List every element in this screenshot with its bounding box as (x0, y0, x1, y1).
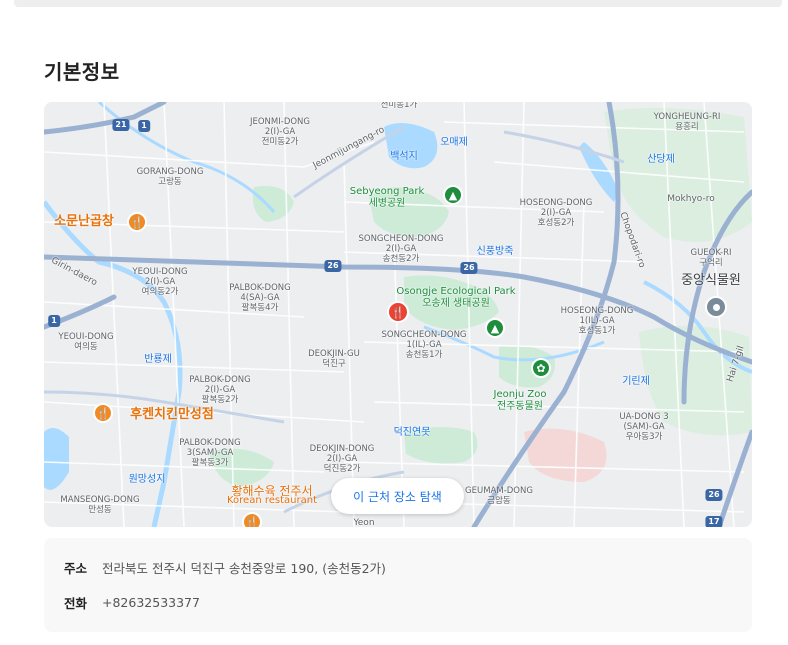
phone-row: 전화 +82632533377 (64, 593, 200, 612)
map-label-songcheon-1ga: SONGCHEON-DONG 1(IL)-GA 송천동1가 (381, 330, 467, 360)
map-label-somunnan-gopchang: 소문난곱창 (54, 214, 114, 229)
map-label-hoseong-1ga: HOSEONG-DONG 1(IL)-GA 호성동1가 (560, 306, 634, 336)
map-label-manseong: MANSEONG-DONG 만성동 (60, 495, 140, 515)
restaurant-marker-icon[interactable]: 🍴 (127, 212, 147, 232)
route-shield-17: 17 (705, 516, 723, 527)
zoo-marker-icon[interactable]: ✿ (531, 358, 551, 378)
phone-label: 전화 (64, 596, 88, 611)
map-label-banyongje: 반룡제 (144, 354, 172, 365)
map-label-mokhyo-ro: Mokhyo-ro (667, 194, 715, 204)
arboretum-marker-icon[interactable] (705, 296, 727, 318)
map-label-hukenchicken: 후켄치킨만성점 (130, 407, 214, 422)
map-view[interactable]: 전미동1가 JEONMI-DONG 2(I)-GA 전미동2가 오매제 백석지 Je… (44, 102, 752, 527)
map-label-sebyeong-park: Sebyeong Park 세병공원 (349, 186, 425, 209)
map-label-sinpung-pond: 신풍방죽 (476, 246, 514, 257)
restaurant-marker-icon[interactable]: 🍴 (242, 512, 262, 527)
restaurant-marker-icon[interactable]: 🍴 (93, 403, 113, 423)
map-label-jeonmi: JEONMI-DONG 2(I)-GA 전미동2가 (249, 117, 311, 147)
info-panel: 주소 전라북도 전주시 덕진구 송천중앙로 190, (송천동2가) 전화 +8… (44, 538, 752, 632)
map-label-girinje: 기린제 (622, 376, 650, 387)
map-label-hwanghae-suyuk: 황해수육 전주서 Korean restaurant (226, 484, 318, 506)
map-label-ua-dong: UA-DONG 3 (SAM)-GA 우아동3가 (619, 412, 669, 442)
map-label-wonmangseongji: 원망성지 (128, 474, 166, 485)
map-label-yeon: Yeon (353, 518, 375, 527)
route-shield-21: 21 (112, 119, 130, 131)
map-label-deokjin-pond: 덕진연못 (393, 427, 431, 438)
map-label-palbok-2ga: PALBOK-DONG 2(I)-GA 팔복동2가 (189, 375, 251, 405)
map-label-hoseong-2ga: HOSEONG-DONG 2(I)-GA 호성동2가 (519, 198, 593, 228)
map-label-omaeje: 오매제 (440, 137, 468, 148)
map-label-deokjin-2ga: DEOKJIN-DONG 2(I)-GA 덕진동2가 (309, 444, 375, 474)
park-marker-icon[interactable]: ▲ (485, 318, 505, 338)
map-label-osongje-park: Osongje Ecological Park 오송제 생태공원 (396, 286, 516, 309)
park-marker-icon[interactable]: ▲ (443, 185, 463, 205)
map-label-songcheon-2ga: SONGCHEON-DONG 2(I)-GA 송천동2가 (358, 234, 444, 264)
map-label-jeonmi-1ga: 전미동1가 (380, 102, 418, 110)
map-label-jeonju-zoo: Jeonju Zoo 전주동물원 (493, 389, 547, 412)
map-label-gueok: GUEOK-RI 구억리 (690, 248, 732, 268)
section-title: 기본정보 (44, 60, 120, 84)
address-row: 주소 전라북도 전주시 덕진구 송천중앙로 190, (송천동2가) (64, 558, 386, 577)
map-label-palbok-4ga: PALBOK-DONG 4(SA)-GA 팔복동4가 (229, 283, 291, 313)
address-label: 주소 (64, 561, 88, 576)
map-label-jungang-arboretum: 중앙식물원 (681, 273, 741, 288)
map-label-yeoui-2ga: YEOUI-DONG 2(I)-GA 여의동2가 (132, 267, 188, 297)
route-shield-26: 26 (460, 262, 478, 274)
route-shield-1: 1 (48, 315, 60, 327)
map-label-deokjin-gu: DEOKJIN-GU 덕진구 (308, 349, 360, 369)
route-shield-1: 1 (138, 120, 150, 132)
map-label-geumam: GEUMAM-DONG 금암동 (465, 486, 533, 506)
selected-place-marker-icon[interactable]: 🍴 (387, 301, 409, 323)
map-label-yeoui: YEOUI-DONG 여의동 (58, 332, 114, 352)
explore-nearby-button[interactable]: 이 근처 장소 탐색 (331, 478, 464, 514)
route-shield-26: 26 (324, 260, 342, 272)
map-label-baekseokji: 백석지 (390, 151, 418, 162)
route-shield-26: 26 (705, 489, 723, 501)
map-label-gorang: GORANG-DONG 고랑동 (136, 167, 204, 187)
top-divider-strip (14, 0, 782, 7)
map-label-palbok-3ga: PALBOK-DONG 3(SAM)-GA 팔복동3가 (179, 438, 241, 468)
map-label-yongheung: YONGHEUNG-RI 용흥리 (653, 112, 721, 132)
map-label-sandangje: 산당제 (647, 154, 675, 165)
address-value: 전라북도 전주시 덕진구 송천중앙로 190, (송천동2가) (102, 561, 386, 576)
phone-value[interactable]: +82632533377 (102, 595, 200, 610)
